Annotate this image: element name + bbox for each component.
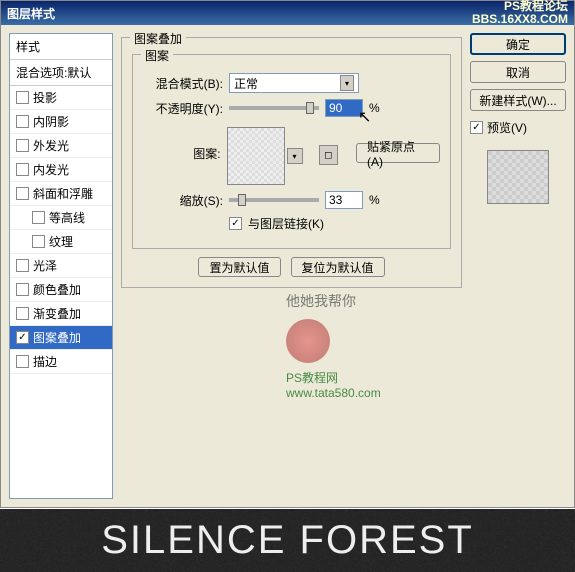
style-checkbox[interactable] bbox=[16, 91, 29, 104]
chevron-down-icon: ▾ bbox=[340, 75, 354, 91]
options-panel: 图案叠加 图案 混合模式(B): 正常 ▾ 不透明度(Y): bbox=[121, 33, 462, 499]
style-item-label: 渐变叠加 bbox=[33, 305, 81, 322]
style-checkbox[interactable] bbox=[16, 307, 29, 320]
styles-header[interactable]: 样式 bbox=[10, 34, 112, 60]
style-item-label: 光泽 bbox=[33, 257, 57, 274]
style-item-2[interactable]: 外发光 bbox=[10, 134, 112, 158]
blend-mode-label: 混合模式(B): bbox=[143, 75, 223, 92]
style-item-label: 内阴影 bbox=[33, 113, 69, 130]
scale-input[interactable]: 33 bbox=[325, 191, 363, 209]
watermark-overlay: 他她我帮你 PS教程网 www.tata580.com bbox=[286, 293, 426, 400]
opacity-input[interactable]: 90 bbox=[325, 99, 363, 117]
style-checkbox[interactable] bbox=[16, 283, 29, 296]
style-checkbox[interactable]: ✓ bbox=[16, 331, 29, 344]
style-item-6[interactable]: 纹理 bbox=[10, 230, 112, 254]
scale-slider-thumb[interactable] bbox=[238, 194, 246, 206]
new-style-button[interactable]: 新建样式(W)... bbox=[470, 89, 566, 111]
pattern-picker-arrow[interactable]: ▾ bbox=[287, 148, 303, 164]
style-item-11[interactable]: 描边 bbox=[10, 350, 112, 374]
style-checkbox[interactable] bbox=[32, 235, 45, 248]
style-item-label: 内发光 bbox=[33, 161, 69, 178]
opacity-label: 不透明度(Y): bbox=[143, 100, 223, 117]
blending-options-default[interactable]: 混合选项:默认 bbox=[10, 60, 112, 86]
style-item-label: 外发光 bbox=[33, 137, 69, 154]
style-item-label: 图案叠加 bbox=[33, 329, 81, 346]
dialog-title: 图层样式 bbox=[7, 5, 55, 22]
snap-to-origin-button[interactable]: 贴紧原点(A) bbox=[356, 143, 440, 163]
blend-mode-select[interactable]: 正常 ▾ bbox=[229, 73, 359, 93]
opacity-slider-thumb[interactable] bbox=[306, 102, 314, 114]
style-item-label: 颜色叠加 bbox=[33, 281, 81, 298]
seal-icon bbox=[286, 319, 330, 363]
preview-swatch bbox=[487, 150, 549, 204]
style-item-label: 纹理 bbox=[49, 233, 73, 250]
style-item-10[interactable]: ✓ 图案叠加 bbox=[10, 326, 112, 350]
titlebar: 图层样式 PS教程论坛 BBS.16XX8.COM bbox=[1, 1, 574, 25]
new-preset-icon[interactable]: ◻ bbox=[319, 145, 338, 165]
style-item-3[interactable]: 内发光 bbox=[10, 158, 112, 182]
style-item-label: 投影 bbox=[33, 89, 57, 106]
style-checkbox[interactable] bbox=[16, 115, 29, 128]
style-checkbox[interactable] bbox=[16, 163, 29, 176]
link-layer-checkbox[interactable]: ✓ bbox=[229, 217, 242, 230]
result-preview-strip: SILENCE FOREST bbox=[0, 509, 575, 572]
preview-checkbox[interactable]: ✓ bbox=[470, 121, 483, 134]
result-text: SILENCE FOREST bbox=[101, 518, 474, 563]
cancel-button[interactable]: 取消 bbox=[470, 61, 566, 83]
pattern-swatch[interactable] bbox=[227, 127, 285, 185]
pattern-overlay-group: 图案叠加 图案 混合模式(B): 正常 ▾ 不透明度(Y): bbox=[121, 37, 462, 288]
scale-label: 缩放(S): bbox=[143, 192, 223, 209]
layer-style-dialog: 图层样式 PS教程论坛 BBS.16XX8.COM 样式 混合选项:默认 投影内… bbox=[0, 0, 575, 508]
scale-unit: % bbox=[369, 193, 380, 207]
right-buttons: 确定 取消 新建样式(W)... ✓ 预览(V) bbox=[470, 33, 566, 499]
style-checkbox[interactable] bbox=[16, 187, 29, 200]
reset-default-button[interactable]: 复位为默认值 bbox=[291, 257, 385, 277]
style-item-8[interactable]: 颜色叠加 bbox=[10, 278, 112, 302]
style-item-9[interactable]: 渐变叠加 bbox=[10, 302, 112, 326]
style-checkbox[interactable] bbox=[16, 355, 29, 368]
group-title: 图案叠加 bbox=[130, 30, 186, 47]
pattern-label: 图案: bbox=[143, 127, 221, 162]
style-item-5[interactable]: 等高线 bbox=[10, 206, 112, 230]
style-item-label: 描边 bbox=[33, 353, 57, 370]
titlebar-watermark: PS教程论坛 BBS.16XX8.COM bbox=[472, 0, 568, 26]
link-layer-label: 与图层链接(K) bbox=[248, 215, 324, 232]
style-checkbox[interactable] bbox=[16, 139, 29, 152]
style-checkbox[interactable] bbox=[32, 211, 45, 224]
scale-slider[interactable] bbox=[229, 198, 319, 202]
style-item-4[interactable]: 斜面和浮雕 bbox=[10, 182, 112, 206]
make-default-button[interactable]: 置为默认值 bbox=[198, 257, 280, 277]
style-checkbox[interactable] bbox=[16, 259, 29, 272]
ok-button[interactable]: 确定 bbox=[470, 33, 566, 55]
preview-label: 预览(V) bbox=[487, 119, 527, 136]
dialog-body: 样式 混合选项:默认 投影内阴影外发光内发光斜面和浮雕等高线纹理光泽颜色叠加渐变… bbox=[1, 25, 574, 507]
style-item-1[interactable]: 内阴影 bbox=[10, 110, 112, 134]
opacity-slider[interactable] bbox=[229, 106, 319, 110]
style-item-0[interactable]: 投影 bbox=[10, 86, 112, 110]
style-item-7[interactable]: 光泽 bbox=[10, 254, 112, 278]
opacity-unit: % bbox=[369, 101, 380, 115]
blend-mode-value: 正常 bbox=[234, 75, 258, 92]
style-item-label: 斜面和浮雕 bbox=[33, 185, 93, 202]
inner-title: 图案 bbox=[141, 47, 173, 64]
pattern-group: 图案 混合模式(B): 正常 ▾ 不透明度(Y): 90 bbox=[132, 54, 451, 249]
style-item-label: 等高线 bbox=[49, 209, 85, 226]
styles-list: 样式 混合选项:默认 投影内阴影外发光内发光斜面和浮雕等高线纹理光泽颜色叠加渐变… bbox=[9, 33, 113, 499]
